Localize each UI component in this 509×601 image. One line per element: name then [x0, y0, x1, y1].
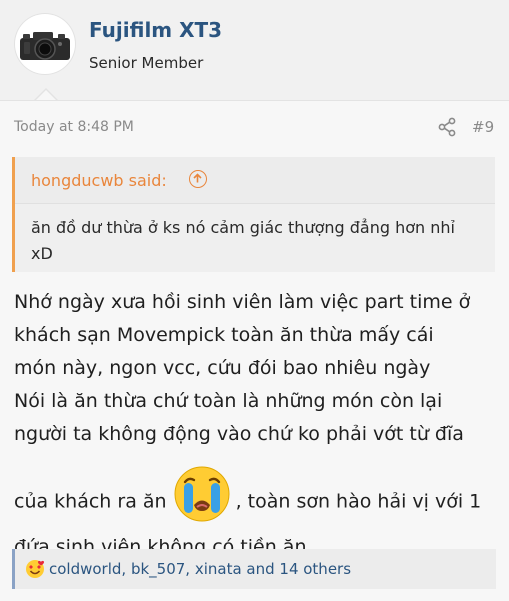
crying-face-icon: [174, 466, 230, 522]
post-timestamp[interactable]: Today at 8:48 PM: [14, 119, 134, 135]
quote-author-link[interactable]: hongducwb said:: [31, 171, 167, 190]
body-line: Nhớ ngày xưa hồi sinh viên làm việc part…: [14, 291, 471, 313]
post-body: Nhớ ngày xưa hồi sinh viên làm việc part…: [14, 286, 499, 564]
quote-header: hongducwb said:: [15, 157, 495, 204]
body-line: khách sạn Movempick toàn ăn thừa mấy cái: [14, 324, 434, 346]
post-number-link[interactable]: #9: [472, 118, 494, 136]
share-icon[interactable]: [438, 117, 456, 137]
body-line: món này, ngon vcc, cứu đói bao nhiêu ngà…: [14, 357, 431, 379]
message-pointer-inner: [36, 90, 56, 100]
reactions-bar[interactable]: coldworld, bk_507, xinata and 14 others: [12, 549, 496, 589]
love-reaction-icon: [26, 560, 45, 578]
quote-block: hongducwb said: ăn đồ dư thừa ở ks nó cả…: [12, 157, 495, 272]
jump-to-quote-icon[interactable]: [189, 170, 207, 188]
body-text-segment: , toàn sơn hào hải vị với 1: [235, 490, 482, 513]
user-avatar[interactable]: [15, 14, 75, 74]
username[interactable]: Fujifilm XT3: [89, 18, 222, 42]
body-line: người ta không động vào chứ ko phải vớt …: [14, 423, 464, 445]
reaction-users-link[interactable]: coldworld, bk_507, xinata and 14 others: [49, 560, 351, 578]
body-text-segment: của khách ra ăn: [14, 490, 167, 513]
user-title: Senior Member: [89, 54, 204, 72]
post-author-header: Fujifilm XT3 Senior Member: [0, 0, 509, 100]
post-message: Today at 8:48 PM #9 hongducwb said: ăn đ…: [0, 100, 509, 601]
camera-icon: [20, 32, 70, 60]
body-line: của khách ra ăn , toàn sơn hào hải vị vớ…: [14, 466, 499, 531]
quote-text: ăn đồ dư thừa ở ks nó cảm giác thượng đẳ…: [31, 218, 455, 263]
body-line: Nói là ăn thừa chứ toàn là những món còn…: [14, 390, 443, 412]
